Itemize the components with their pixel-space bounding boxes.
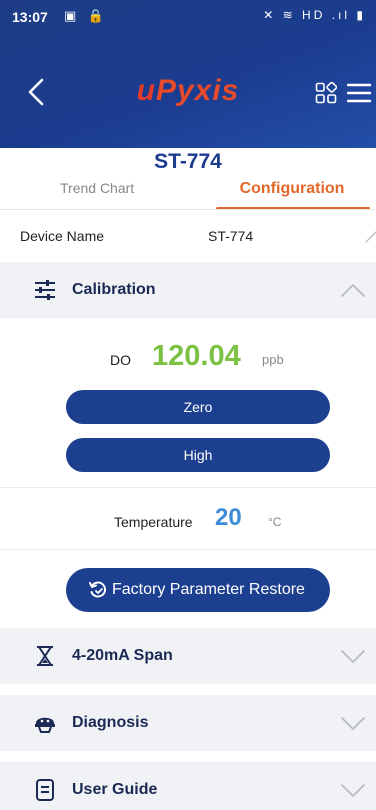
- device-name-label: Device Name: [20, 228, 105, 244]
- section-diagnosis-title: Diagnosis: [72, 714, 149, 731]
- app-header: 13:07 ▣ 🔒 ✕ ≋ HD .ıl ▮ uPyxis: [0, 0, 376, 148]
- do-label: DO: [110, 352, 131, 368]
- chevron-down-icon[interactable]: [340, 782, 366, 798]
- temperature-reading: Temperature 20 °C: [0, 500, 376, 540]
- temperature-value: 20: [215, 504, 242, 531]
- diagnosis-icon: [35, 717, 55, 733]
- menu-icon[interactable]: [347, 81, 371, 105]
- restore-icon: [89, 581, 107, 598]
- zero-button[interactable]: Zero: [66, 390, 330, 424]
- tab-bar: Trend Chart Configuration: [0, 176, 376, 210]
- section-calibration[interactable]: Calibration: [0, 262, 376, 318]
- device-title: ST-774: [154, 150, 222, 173]
- edit-pencil-icon[interactable]: [364, 230, 376, 244]
- sliders-icon: [35, 280, 55, 300]
- section-user-guide[interactable]: User Guide: [0, 762, 376, 810]
- divider: [0, 487, 376, 488]
- temperature-label: Temperature: [114, 514, 193, 530]
- device-name-value: ST-774: [208, 228, 254, 244]
- status-right-icons: ✕ ≋ HD .ıl ▮: [263, 8, 366, 22]
- hourglass-icon: [37, 646, 53, 666]
- tab-trend-chart[interactable]: Trend Chart: [60, 180, 134, 196]
- section-diagnosis[interactable]: Diagnosis: [0, 695, 376, 751]
- section-calibration-title: Calibration: [72, 281, 156, 298]
- chevron-up-icon[interactable]: [340, 282, 366, 298]
- high-button[interactable]: High: [66, 438, 330, 472]
- chevron-down-icon[interactable]: [340, 648, 366, 664]
- document-icon: [36, 779, 54, 801]
- factory-restore-label: Factory Parameter Restore: [112, 581, 305, 598]
- device-name-row: Device Name ST-774: [0, 218, 376, 258]
- factory-restore-button[interactable]: Factory Parameter Restore: [66, 568, 330, 612]
- do-unit: ppb: [262, 352, 284, 367]
- chevron-down-icon[interactable]: [340, 715, 366, 731]
- temperature-unit: °C: [268, 515, 282, 529]
- logo-prefix: u: [136, 74, 156, 107]
- status-left-icons: ▣ 🔒: [64, 8, 109, 23]
- do-reading: DO 120.04 ppb: [0, 338, 376, 378]
- tab-configuration[interactable]: Configuration: [214, 180, 370, 210]
- status-time: 13:07: [12, 9, 48, 25]
- section-span[interactable]: 4-20mA Span: [0, 628, 376, 684]
- section-user-guide-title: User Guide: [72, 781, 158, 798]
- status-bar: 13:07 ▣ 🔒 ✕ ≋ HD .ıl ▮: [0, 0, 376, 30]
- tab-divider: [0, 209, 376, 210]
- divider: [0, 549, 376, 550]
- logo-text: Pyxis: [155, 74, 240, 107]
- grid-icon[interactable]: [315, 82, 337, 104]
- section-span-title: 4-20mA Span: [72, 647, 173, 664]
- do-value: 120.04: [152, 340, 241, 372]
